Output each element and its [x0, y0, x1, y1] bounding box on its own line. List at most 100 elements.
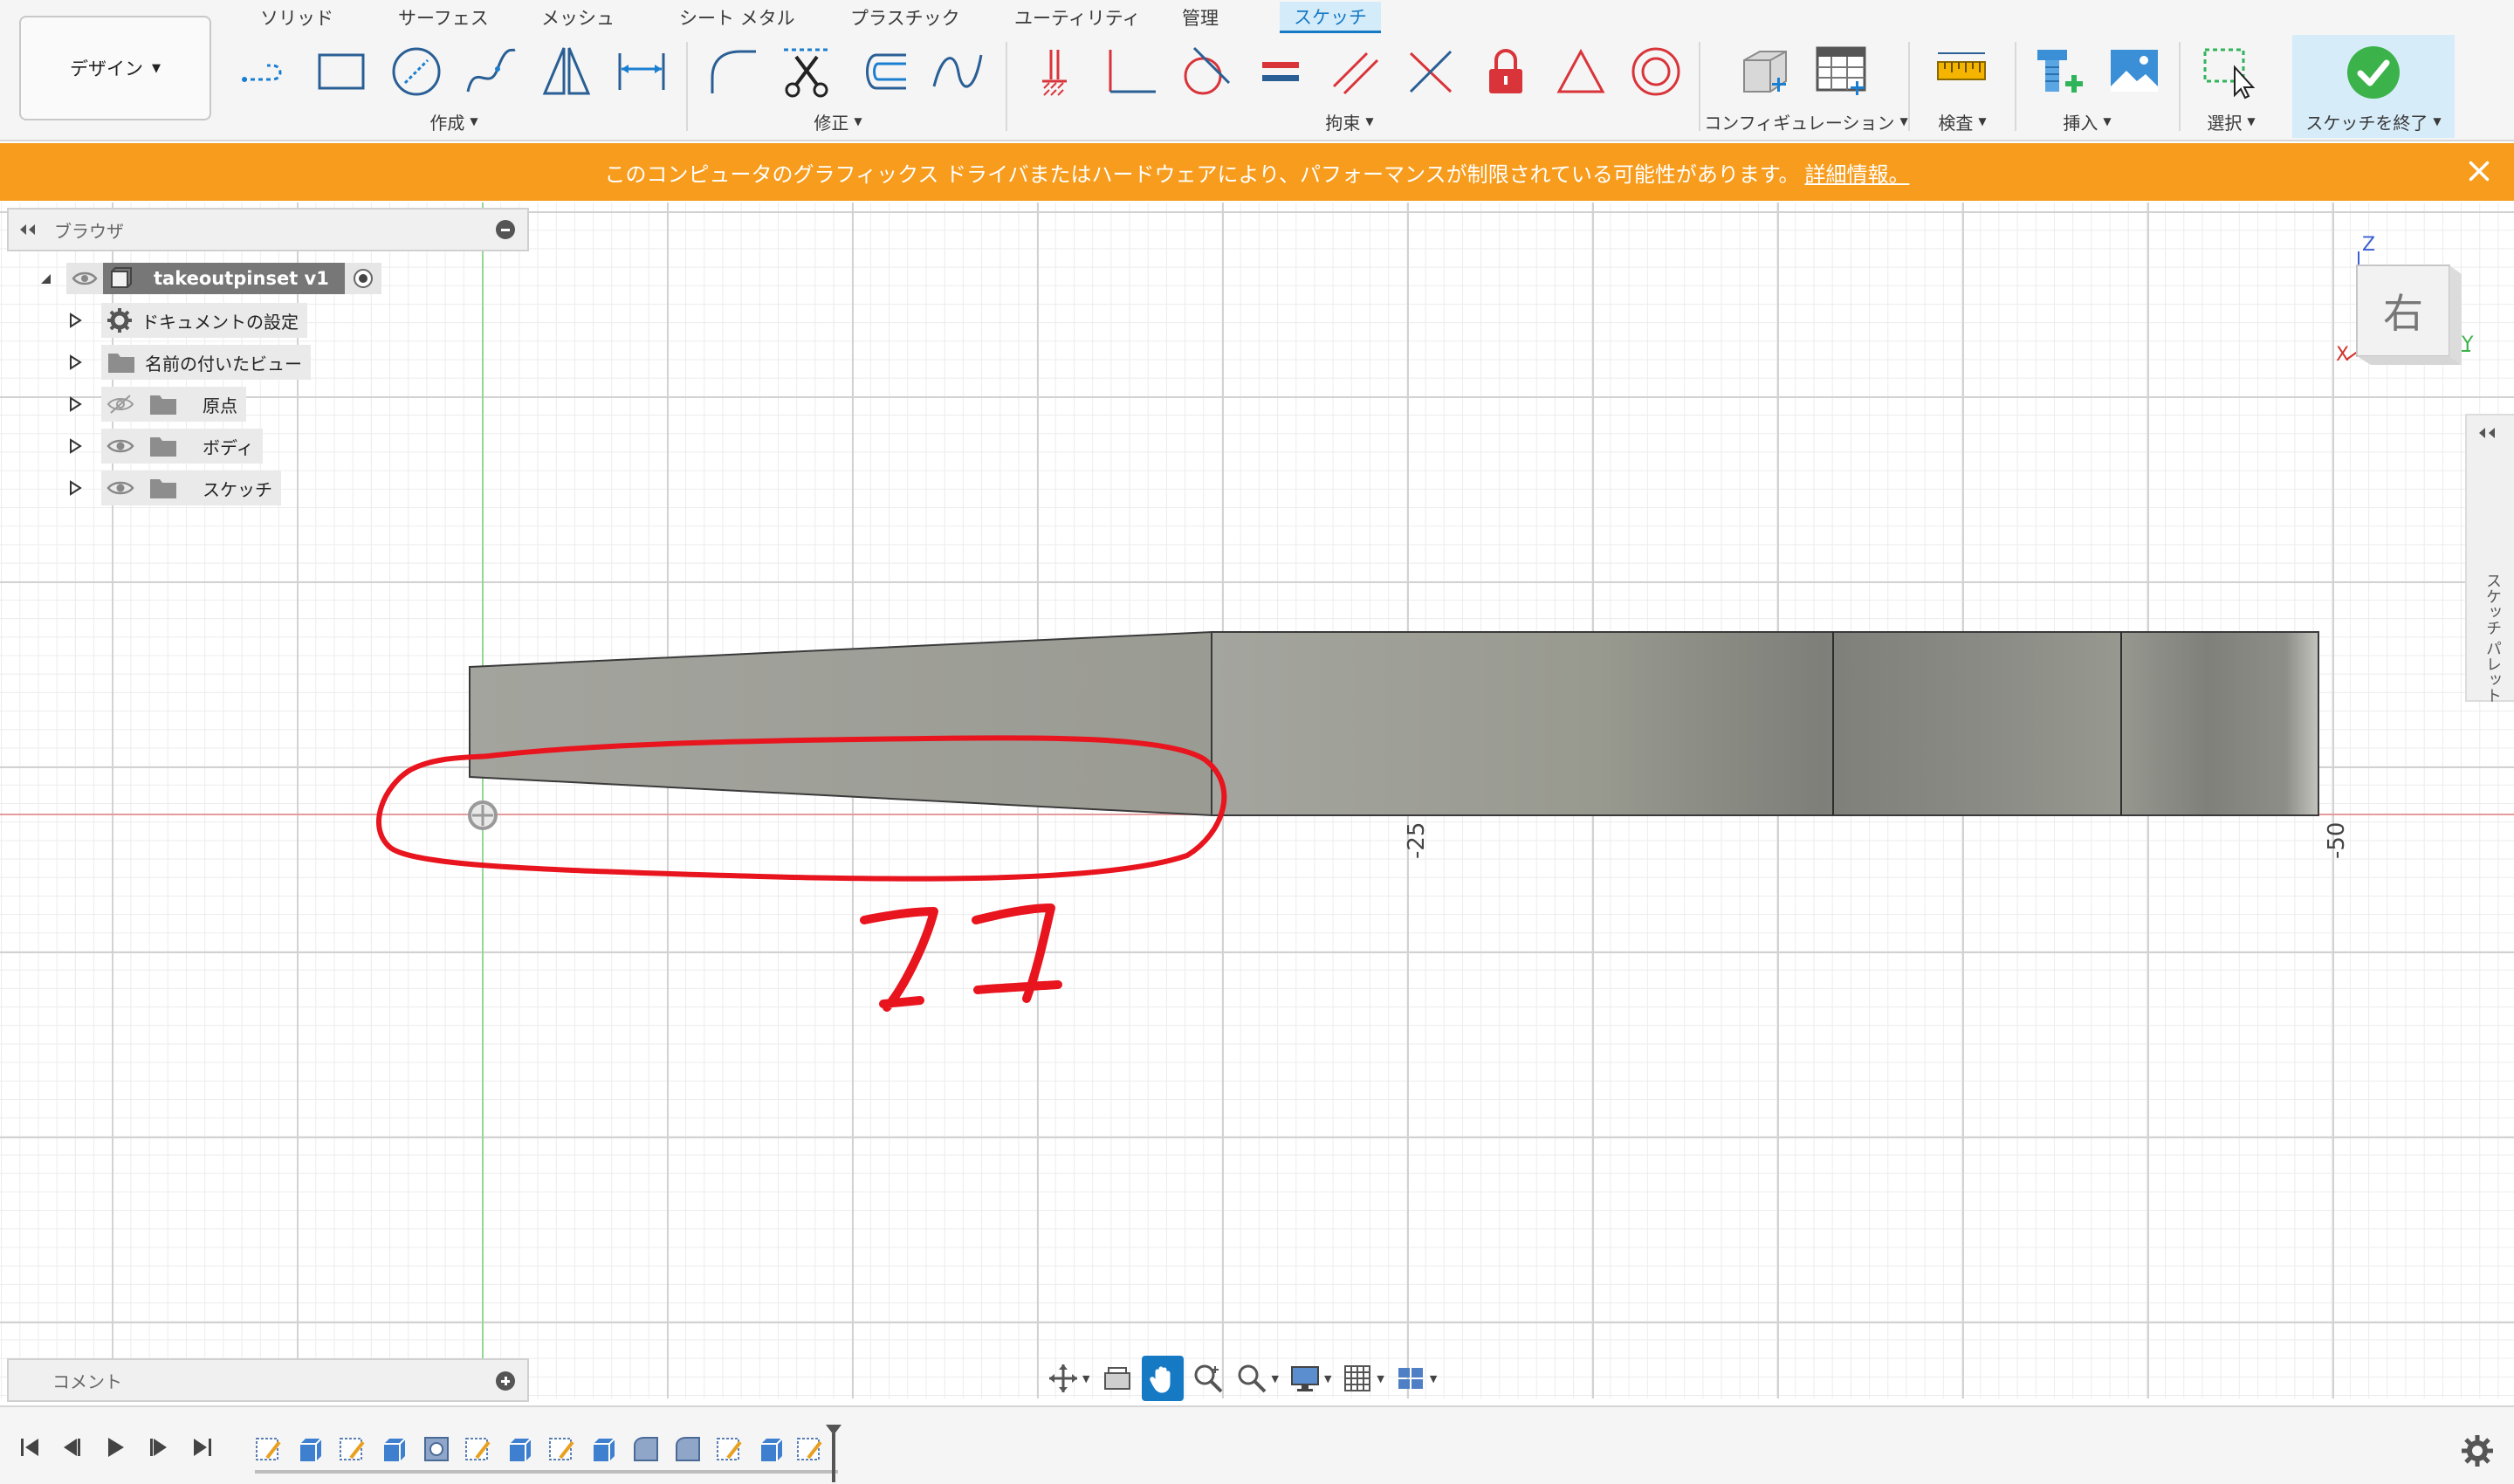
line-tool-button[interactable] [236, 40, 297, 103]
expand-triangle-icon[interactable] [65, 352, 86, 373]
tab-utilities[interactable]: ユーティリティ [1000, 2, 1154, 33]
configuration-button[interactable] [1734, 40, 1795, 103]
timeline-settings-button[interactable] [2460, 1433, 2495, 1468]
sketches-chip[interactable]: スケッチ [101, 471, 281, 505]
eye-icon[interactable] [106, 436, 134, 456]
inspect-menu[interactable]: 検査 ▼ [1919, 108, 2006, 134]
root-component-label[interactable]: takeoutpinset v1 [138, 263, 345, 294]
add-comment-button[interactable] [496, 1371, 515, 1391]
root-visibility-toggle[interactable] [66, 263, 103, 294]
go-to-start-button[interactable] [12, 1430, 47, 1465]
orbit-button[interactable]: ▼ [1044, 1356, 1093, 1401]
tab-sheet-metal[interactable]: シート メタル [665, 2, 809, 33]
timeline-sketch-feature[interactable] [546, 1433, 578, 1465]
display-settings-button[interactable]: ▼ [1286, 1356, 1335, 1401]
modify-menu[interactable]: 修正 ▼ [786, 108, 890, 134]
equal-constraint-button[interactable] [1250, 40, 1311, 103]
double-chevron-left-icon[interactable] [2476, 426, 2500, 440]
spline-tool-button[interactable] [461, 40, 522, 103]
timeline-extrude-feature[interactable] [588, 1433, 620, 1465]
bodies-chip[interactable]: ボディ [101, 429, 263, 464]
look-at-button[interactable] [1096, 1356, 1138, 1401]
timeline-sketch-feature[interactable] [337, 1433, 368, 1465]
view-cube-face-right[interactable]: 右 [2357, 265, 2449, 356]
finish-sketch-button[interactable]: スケッチを終了 ▼ [2292, 35, 2455, 138]
lock-constraint-button[interactable] [1475, 40, 1536, 103]
tab-solid[interactable]: ソリッド [246, 2, 347, 33]
collapse-browser-button[interactable] [9, 210, 47, 250]
design-canvas[interactable]: -25 -50 [0, 203, 2514, 1398]
concentric-constraint-button[interactable] [1625, 40, 1686, 103]
tab-plastic[interactable]: プラスチック [836, 2, 974, 33]
browser-item-bodies[interactable]: ボディ [65, 428, 263, 464]
fix-constraint-button[interactable] [1025, 40, 1086, 103]
configuration-menu[interactable]: コンフィギュレーション ▼ [1704, 108, 1907, 134]
grid-settings-button[interactable]: ▼ [1338, 1356, 1387, 1401]
step-forward-button[interactable] [141, 1430, 176, 1465]
workspace-switcher[interactable]: デザイン ▼ [19, 16, 211, 120]
view-cube[interactable]: 右 Z Y X [2336, 234, 2479, 374]
origin-chip[interactable]: 原点 [101, 387, 246, 422]
timeline-sketch-feature[interactable] [714, 1433, 745, 1465]
tangent-constraint-button[interactable] [1175, 40, 1236, 103]
expand-triangle-icon[interactable] [35, 268, 56, 289]
coincident-constraint-button[interactable] [1400, 40, 1461, 103]
constraints-menu[interactable]: 拘束 ▼ [1297, 108, 1402, 134]
activate-component-button[interactable] [344, 263, 381, 294]
sketch-palette-tab[interactable]: スケッチ パレット [2465, 414, 2514, 704]
eye-hidden-icon[interactable] [106, 394, 134, 415]
timeline-sketch-feature[interactable] [253, 1433, 285, 1465]
timeline-extrude-feature[interactable] [756, 1433, 787, 1465]
dimension-tool-button[interactable] [611, 40, 672, 103]
browser-item-origin[interactable]: 原点 [65, 386, 246, 423]
eye-icon[interactable] [106, 478, 134, 498]
perpendicular-constraint-button[interactable] [1100, 40, 1161, 103]
tab-manage[interactable]: 管理 [1168, 2, 1233, 33]
close-warning-button[interactable] [2463, 155, 2495, 187]
timeline-fillet-feature[interactable] [672, 1433, 704, 1465]
timeline-extrude-feature[interactable] [505, 1433, 536, 1465]
pan-button[interactable] [1142, 1356, 1185, 1401]
measure-button[interactable] [1931, 40, 1992, 103]
viewports-button[interactable]: ▼ [1391, 1356, 1440, 1401]
tab-surface[interactable]: サーフェス [384, 2, 503, 33]
timeline-extrude-feature[interactable] [379, 1433, 410, 1465]
timeline-marker[interactable] [824, 1423, 843, 1484]
expand-triangle-icon[interactable] [65, 436, 86, 457]
create-menu[interactable]: 作成 ▼ [402, 108, 506, 134]
symmetric-constraint-button[interactable] [1550, 40, 1611, 103]
go-to-end-button[interactable] [185, 1430, 220, 1465]
step-back-button[interactable] [54, 1430, 89, 1465]
mirror-tool-button[interactable] [536, 40, 597, 103]
minimize-browser-button[interactable] [496, 220, 515, 239]
play-button[interactable] [98, 1430, 133, 1465]
tab-sketch[interactable]: スケッチ [1280, 2, 1381, 33]
zoom-window-button[interactable]: ▼ [1233, 1356, 1281, 1401]
timeline-extrude-feature[interactable] [295, 1433, 326, 1465]
tab-mesh[interactable]: メッシュ [527, 2, 628, 33]
more-info-link[interactable]: 詳細情報。 [1804, 157, 1909, 188]
expand-triangle-icon[interactable] [65, 310, 86, 331]
circle-tool-button[interactable] [386, 40, 447, 103]
timeline-fillet-feature[interactable] [630, 1433, 662, 1465]
rectangle-tool-button[interactable] [311, 40, 372, 103]
trim-tool-button[interactable] [777, 40, 838, 103]
browser-item-sketches[interactable]: スケッチ [65, 470, 281, 506]
expand-triangle-icon[interactable] [65, 477, 86, 498]
parallel-constraint-button[interactable] [1325, 40, 1386, 103]
named-views-chip[interactable]: 名前の付いたビュー [101, 345, 311, 380]
document-settings-chip[interactable]: ドキュメントの設定 [101, 303, 307, 338]
zoom-button[interactable] [1187, 1356, 1229, 1401]
timeline-sketch-feature[interactable] [794, 1433, 826, 1465]
timeline-hole-feature[interactable] [421, 1433, 452, 1465]
expand-triangle-icon[interactable] [65, 394, 86, 415]
configuration-table-button[interactable] [1810, 40, 1872, 103]
browser-item-document-settings[interactable]: ドキュメントの設定 [65, 302, 307, 339]
browser-root-node[interactable]: takeoutpinset v1 [35, 260, 381, 297]
browser-item-named-views[interactable]: 名前の付いたビュー [65, 344, 311, 381]
insert-mcmaster-button[interactable] [2029, 40, 2090, 103]
comments-panel[interactable]: コメント [7, 1358, 529, 1402]
select-button[interactable] [2198, 40, 2259, 103]
offset-tool-button[interactable] [852, 40, 913, 103]
browser-panel-header[interactable]: ブラウザ [7, 208, 529, 251]
